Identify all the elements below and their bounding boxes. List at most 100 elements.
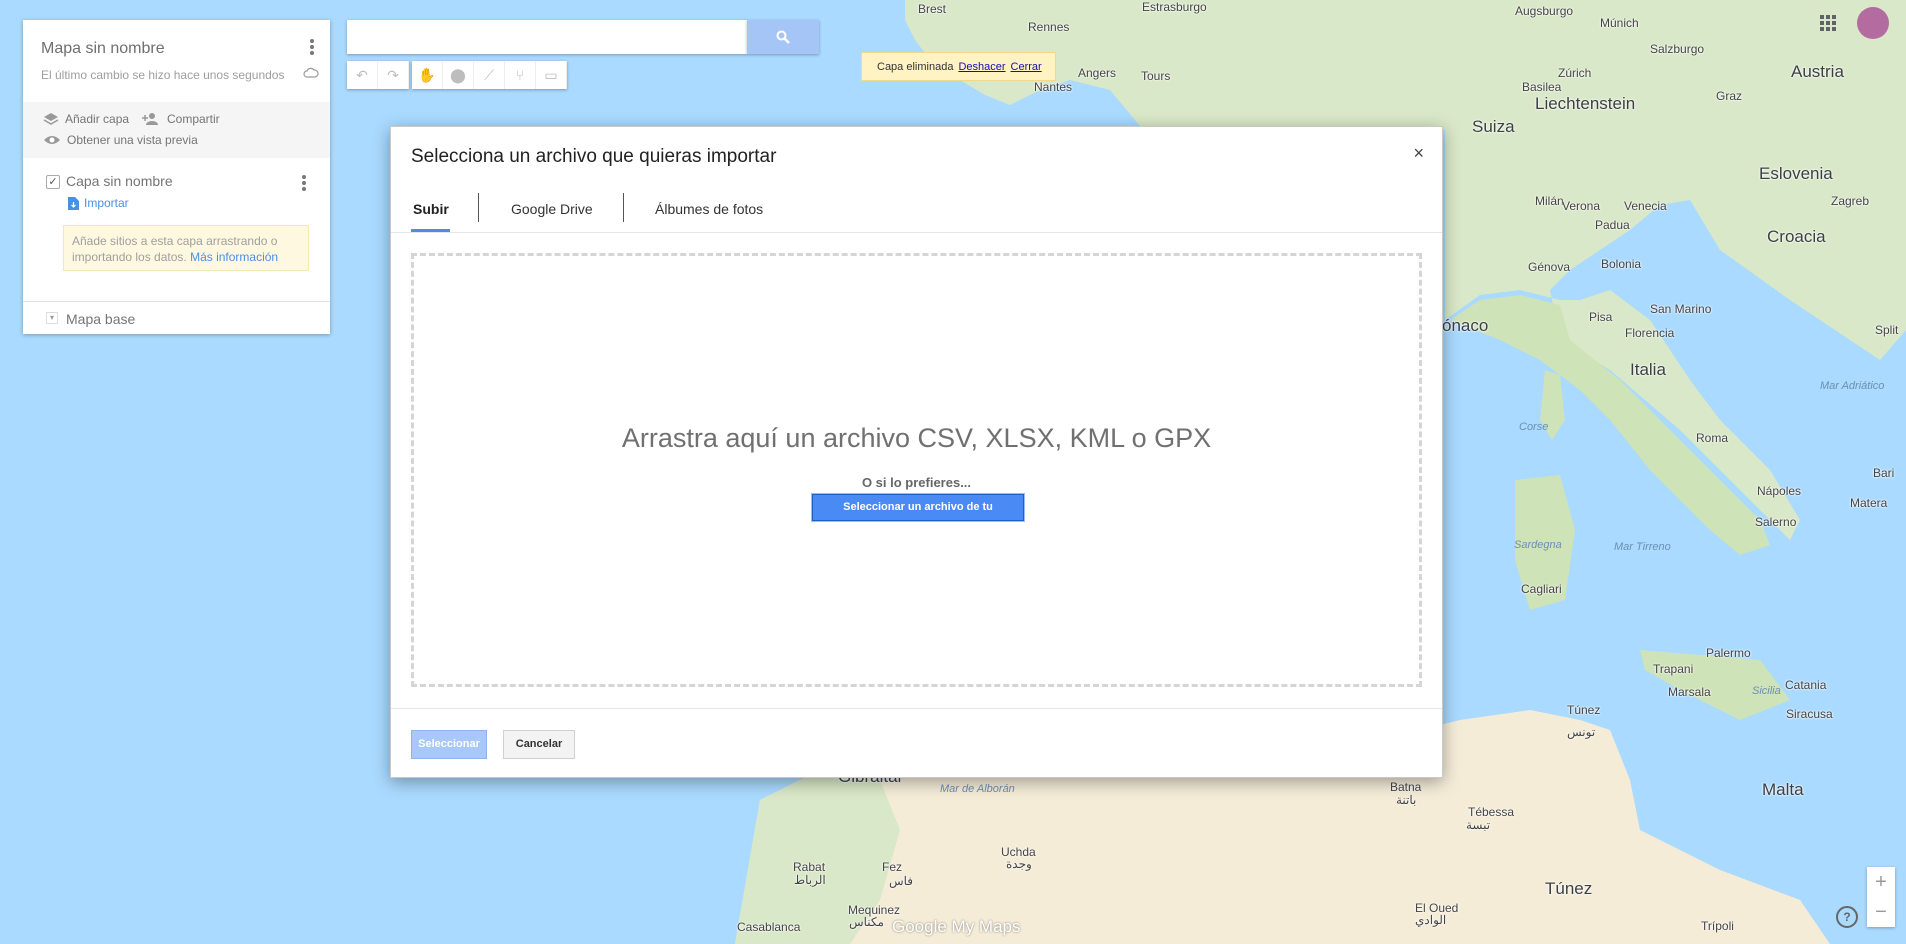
map-label: Split [1875, 323, 1899, 337]
import-label: Importar [84, 196, 129, 210]
cancel-button[interactable]: Cancelar [503, 730, 575, 759]
add-layer-button[interactable]: Añadir capa [43, 112, 129, 126]
map-label: Palermo [1706, 646, 1751, 660]
map-label: Túnez [1567, 703, 1601, 717]
tab-divider [478, 193, 479, 222]
map-label: Salzburgo [1650, 42, 1705, 56]
drop-instructions: Arrastra aquí un archivo CSV, XLSX, KML … [621, 423, 1212, 453]
layer-menu-icon[interactable] [302, 175, 306, 193]
import-link[interactable]: Importar [68, 196, 129, 210]
layer-visibility-checkbox[interactable]: ✓ [46, 175, 60, 189]
cloud-saved-icon [303, 67, 319, 78]
map-label: Eslovenia [1759, 164, 1833, 183]
map-label: Angers [1078, 66, 1117, 80]
map-label: Nantes [1034, 80, 1073, 94]
select-file-from-device-button[interactable]: Seleccionar un archivo de tu dispositivo [812, 494, 1024, 538]
map-label: Liechtenstein [1535, 94, 1636, 113]
map-label: Casablanca [737, 920, 801, 934]
layers-icon [43, 113, 59, 125]
map-label: Brest [918, 2, 947, 16]
help-icon[interactable]: ? [1836, 906, 1858, 928]
last-saved-status: El último cambio se hizo hace unos segun… [41, 68, 285, 82]
ruler-icon[interactable]: ▭ [536, 61, 567, 89]
map-label: Sicilia [1752, 685, 1781, 697]
add-layer-label: Añadir capa [65, 112, 130, 126]
map-label: Malta [1762, 780, 1804, 799]
map-label: فاس [889, 874, 914, 888]
map-label: San Marino [1650, 302, 1712, 316]
dialog-footer: Seleccionar Cancelar [391, 708, 1442, 779]
marker-icon[interactable]: ⬤ [443, 61, 474, 89]
map-label: Nápoles [1757, 484, 1802, 498]
map-label: Catania [1785, 678, 1827, 692]
layer-item: ✓ Capa sin nombre Importar Añade sitios … [23, 170, 330, 320]
apps-grid-icon[interactable] [1820, 15, 1836, 31]
map-label: Trapani [1653, 662, 1694, 676]
layer-name[interactable]: Capa sin nombre [66, 173, 173, 189]
map-label: Múnich [1600, 16, 1639, 30]
search-input[interactable] [357, 20, 741, 54]
map-label: Bolonia [1601, 257, 1642, 271]
dialog-title: Selecciona un archivo que quieras import… [411, 146, 777, 167]
tab-photo-albums[interactable]: Álbumes de fotos [655, 201, 763, 217]
undo-link[interactable]: Deshacer [958, 61, 1005, 73]
tab-upload[interactable]: Subir [413, 201, 449, 217]
map-label: Trípoli [1701, 919, 1734, 933]
notice-text: Capa eliminada [877, 60, 954, 73]
map-label: تونس [1567, 725, 1596, 739]
map-panel: Mapa sin nombre El último cambio se hizo… [23, 20, 330, 334]
basemap-row[interactable]: ▾ Mapa base [23, 301, 330, 335]
search-button[interactable] [747, 20, 819, 54]
map-label: Suiza [1472, 117, 1515, 136]
chevron-down-icon[interactable]: ▾ [46, 312, 58, 324]
map-label: Matera [1850, 496, 1888, 510]
map-label: الرباط [794, 873, 826, 887]
map-label: Batna [1390, 780, 1422, 794]
map-label: Padua [1595, 218, 1630, 232]
map-label: باتنة [1396, 793, 1417, 807]
share-button[interactable]: Compartir [141, 112, 220, 126]
select-button[interactable]: Seleccionar [411, 730, 487, 759]
map-menu-icon[interactable] [310, 39, 314, 57]
zoom-in-button[interactable]: + [1867, 867, 1895, 897]
tab-divider [623, 193, 624, 222]
tab-google-drive[interactable]: Google Drive [511, 201, 593, 217]
preview-button[interactable]: Obtener una vista previa [43, 133, 198, 147]
file-drop-zone[interactable]: Arrastra aquí un archivo CSV, XLSX, KML … [411, 253, 1422, 687]
directions-icon[interactable]: ⑂ [505, 61, 536, 89]
map-label: Génova [1528, 260, 1571, 274]
add-person-icon [142, 113, 158, 125]
map-label: Sardegna [1514, 539, 1562, 551]
map-label: Fez [882, 860, 903, 874]
active-tab-indicator [411, 229, 450, 232]
redo-icon[interactable]: ↷ [378, 61, 409, 89]
map-label: Marsala [1668, 685, 1711, 699]
close-icon[interactable]: × [1413, 143, 1424, 164]
map-label: وجدة [1006, 857, 1032, 871]
close-notice-link[interactable]: Cerrar [1011, 61, 1042, 73]
map-label: Tébessa [1468, 805, 1515, 819]
drawing-toolbar: ✋ ⬤ ⟋ ⑂ ▭ [412, 61, 567, 89]
zoom-out-button[interactable]: − [1867, 897, 1895, 927]
map-label: Augsburgo [1515, 4, 1574, 18]
map-label: Mar Tirreno [1614, 541, 1671, 553]
avatar[interactable] [1857, 7, 1889, 39]
map-label: تبسة [1466, 818, 1491, 832]
map-label: Florencia [1625, 326, 1675, 340]
draw-line-icon[interactable]: ⟋ [474, 61, 505, 89]
map-label: Rabat [793, 860, 826, 874]
alternative-text: O si lo prefieres... [861, 475, 972, 490]
map-label: Salerno [1755, 515, 1797, 529]
map-label: Pisa [1589, 310, 1613, 324]
undo-icon[interactable]: ↶ [347, 61, 378, 89]
map-title[interactable]: Mapa sin nombre [41, 40, 165, 58]
map-label: Bari [1873, 466, 1895, 480]
map-label: Siracusa [1786, 707, 1833, 721]
hand-icon[interactable]: ✋ [412, 61, 443, 89]
map-label: Cagliari [1521, 582, 1562, 596]
import-source-tabs: Subir Google Drive Álbumes de fotos [391, 187, 1442, 233]
zoom-control: + − [1867, 867, 1895, 927]
map-label: Verona [1562, 199, 1601, 213]
more-info-link[interactable]: Más información [190, 250, 278, 264]
map-label: Basilea [1522, 80, 1562, 94]
